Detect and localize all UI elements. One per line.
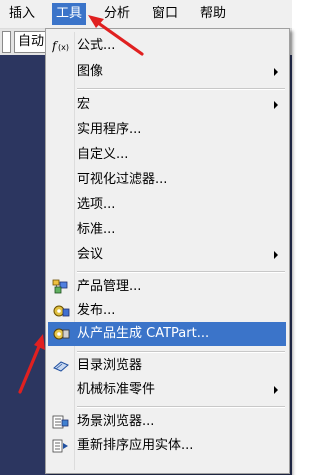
menu-item-label: 选项... — [77, 197, 116, 212]
menu-item-utility[interactable]: 实用程序... — [48, 118, 286, 142]
annotation-arrow-bottom — [18, 334, 45, 394]
menu-item-label: 标准... — [77, 222, 116, 237]
menu-item-label: 目录浏览器 — [77, 358, 143, 373]
menu-item-scene-browser[interactable]: 场景浏览器... — [48, 410, 286, 434]
menu-item-label: 场景浏览器... — [77, 414, 155, 429]
menu-item-conference[interactable]: 会议 — [48, 243, 286, 267]
menu-item-visualization-filter[interactable]: 可视化过滤器... — [48, 168, 286, 192]
formula-fx-icon: f (x) — [51, 38, 70, 54]
menu-item-label: 宏 — [77, 97, 91, 112]
scene-browser-icon — [52, 414, 70, 430]
submenu-arrow-icon — [274, 386, 278, 394]
publish-gear-icon — [52, 303, 70, 319]
menu-item-generate-catpart[interactable]: 从产品生成 CATPart... — [48, 322, 286, 346]
menu-separator — [77, 88, 285, 90]
submenu-arrow-icon — [274, 251, 278, 259]
menu-separator — [77, 406, 285, 408]
menu-item-label: 可视化过滤器... — [77, 172, 168, 187]
menu-item-label: 产品管理... — [77, 279, 142, 294]
menu-item-label: 会议 — [77, 247, 104, 262]
submenu-arrow-icon — [274, 101, 278, 109]
menu-item-label: 图像 — [77, 64, 104, 79]
tools-dropdown-menu: f (x) 公式... 图像 宏 实用程序... 自定义... 可视化过滤器..… — [45, 28, 290, 474]
annotation-arrow-top — [88, 15, 144, 56]
menu-item-label: 自定义... — [77, 147, 129, 162]
menu-item-options[interactable]: 选项... — [48, 193, 286, 217]
menu-item-label: 实用程序... — [77, 122, 142, 137]
menu-item-mechanical-standard-parts[interactable]: 机械标准零件 — [48, 378, 286, 402]
menu-item-publish[interactable]: 发布... — [48, 299, 286, 323]
generate-catpart-gear-icon — [52, 326, 70, 342]
menu-item-customize[interactable]: 自定义... — [48, 143, 286, 167]
menu-insert[interactable]: 插入 — [9, 5, 35, 23]
submenu-arrow-icon — [274, 68, 278, 76]
product-management-icon — [52, 279, 70, 295]
catalog-book-icon — [52, 358, 70, 374]
svg-text:(x): (x) — [58, 43, 69, 52]
menu-window[interactable]: 窗口 — [152, 5, 178, 23]
menu-help[interactable]: 帮助 — [200, 5, 226, 23]
screen: 插入 工具 分析 窗口 帮助 自动 f (x) 公式... 图像 宏 实用程序.… — [0, 0, 292, 475]
menu-item-macro[interactable]: 宏 — [48, 93, 286, 117]
menu-item-image[interactable]: 图像 — [48, 60, 286, 84]
menu-item-label: 重新排序应用实体... — [77, 438, 194, 453]
menu-item-catalog-browser[interactable]: 目录浏览器 — [48, 354, 286, 378]
menu-item-label: 机械标准零件 — [77, 382, 156, 397]
menu-separator — [77, 351, 285, 353]
toolbar-box[interactable] — [2, 31, 11, 53]
menu-item-reorder-entities[interactable]: 重新排序应用实体... — [48, 434, 286, 458]
menu-item-label: 发布... — [77, 303, 116, 318]
reorder-list-icon — [52, 438, 70, 454]
menu-item-label: 从产品生成 CATPart... — [77, 326, 210, 341]
menu-item-product-management[interactable]: 产品管理... — [48, 275, 286, 299]
menu-item-standards[interactable]: 标准... — [48, 218, 286, 242]
menu-separator — [77, 271, 285, 273]
